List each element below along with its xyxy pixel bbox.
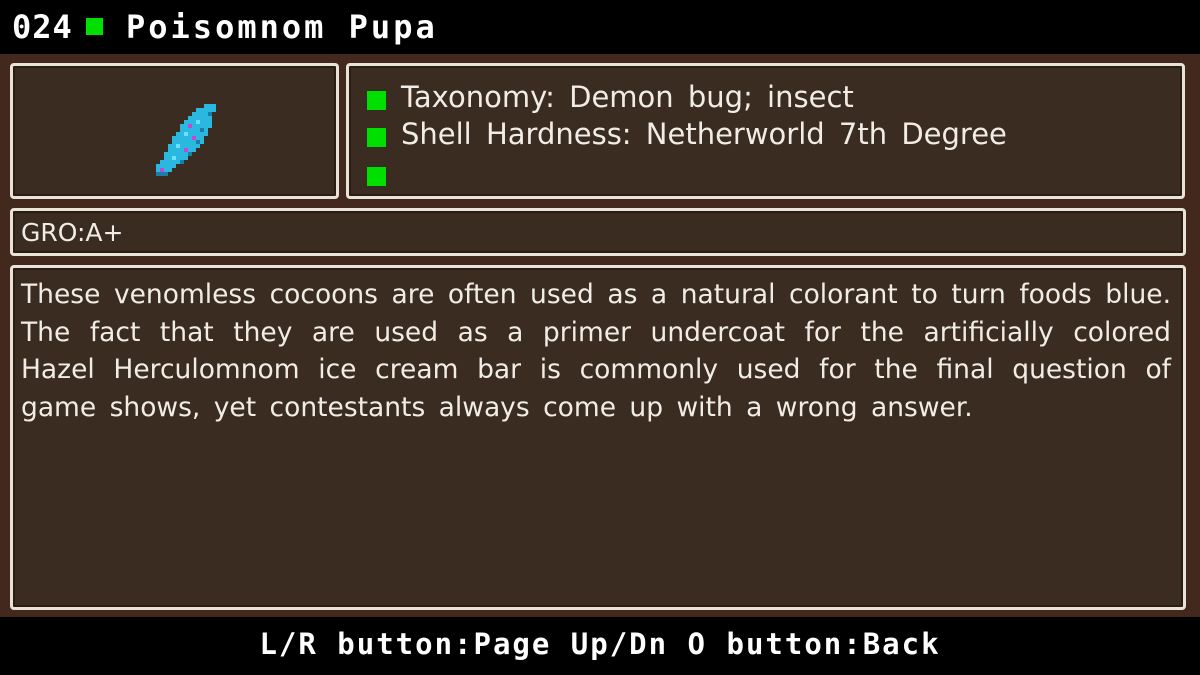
description-text: These venomless cocoons are often used a…	[21, 279, 1171, 423]
bullet-icon	[367, 167, 386, 186]
blue-pupa-sprite-icon	[156, 104, 216, 176]
controls-hint: L/R button:Page Up/Dn O button:Back	[0, 617, 1200, 675]
rating-panel: GRO:A+	[10, 208, 1186, 256]
description-panel: These venomless cocoons are often used a…	[10, 265, 1186, 610]
taxonomy-text: Taxonomy: Demon bug; insect	[401, 80, 854, 114]
sprite-panel	[10, 63, 339, 199]
header-bullet-icon	[86, 18, 103, 35]
bullet-icon	[367, 91, 386, 110]
bullet-icon	[367, 128, 386, 147]
gro-rating: GRO:A+	[21, 218, 124, 247]
encyclopedia-screen: 024 Poisomnom Pupa Taxonomy: Demon bug; …	[0, 0, 1200, 675]
entry-number: 024	[12, 8, 73, 46]
info-panel: Taxonomy: Demon bug; insect Shell Hardne…	[346, 63, 1185, 199]
entry-header: 024 Poisomnom Pupa	[0, 0, 1200, 54]
entry-body: Taxonomy: Demon bug; insect Shell Hardne…	[0, 54, 1200, 617]
entry-name: Poisomnom Pupa	[126, 8, 438, 46]
shell-hardness-text: Shell Hardness: Netherworld 7th Degree	[401, 117, 1007, 151]
